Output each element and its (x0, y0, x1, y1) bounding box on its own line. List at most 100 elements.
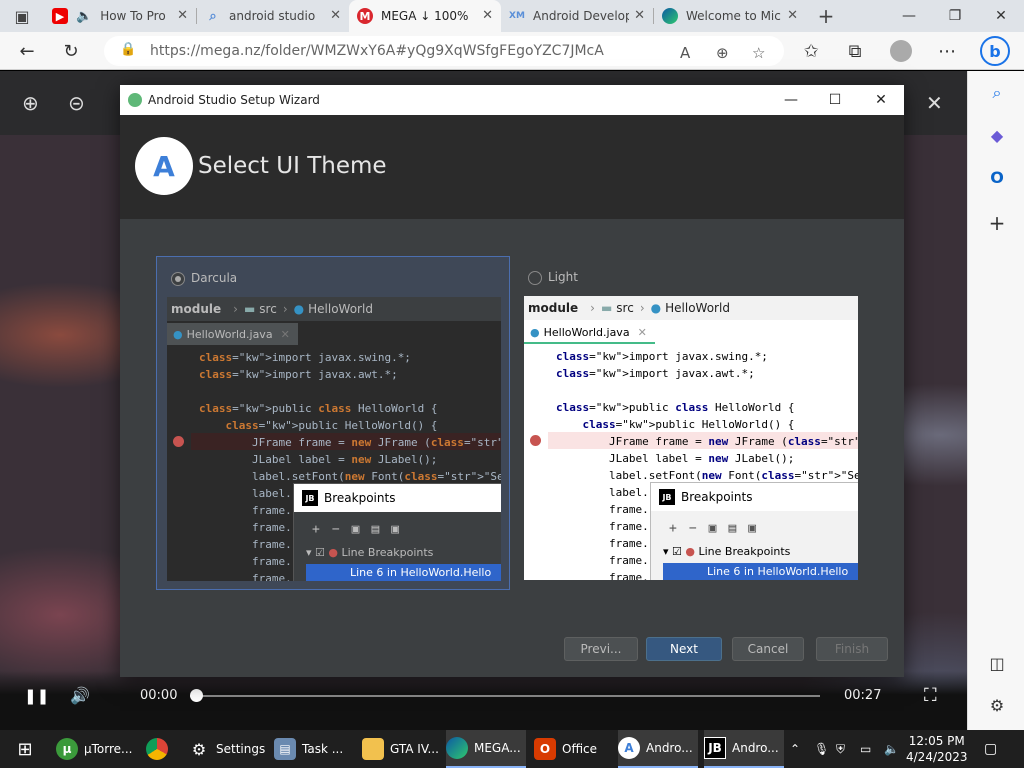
taskbar-utorrent[interactable]: µ µTorre... (56, 730, 144, 768)
tab-youtube[interactable]: ▶ 🔈 How To Pro ✕ (44, 0, 196, 32)
search-icon: ⌕ (209, 8, 217, 24)
add-favorite-icon[interactable]: ☆ (752, 44, 765, 62)
new-tab-button[interactable]: + (806, 0, 846, 32)
breakpoint-icon (173, 436, 184, 447)
speaker-icon[interactable]: 🔈 (76, 9, 92, 24)
code-line: class="kw">public HelloWorld() { (582, 418, 795, 431)
favorites-button[interactable]: ✩ (796, 36, 826, 66)
gear-icon[interactable]: ⚙ (985, 693, 1009, 717)
notification-icon: ▢ (984, 741, 998, 757)
sidebar-panel-icon[interactable]: ◫ (985, 651, 1009, 675)
seek-bar[interactable] (190, 695, 820, 697)
finish-button[interactable]: Finish (816, 637, 888, 661)
taskbar-settings[interactable]: ⚙ Settings (188, 730, 268, 768)
code-line: class="kw">public HelloWorld() { (225, 419, 438, 432)
network-icon[interactable]: ▭ (860, 730, 880, 768)
add-sidebar-app-icon[interactable]: + (985, 211, 1009, 235)
microphone-icon[interactable]: 🎙 (814, 730, 830, 768)
taskbar-file-explorer[interactable]: GTA IV... (362, 730, 444, 768)
search-icon[interactable]: ⌕ (985, 81, 1009, 105)
close-tab-icon[interactable]: ✕ (634, 8, 645, 23)
download-icon[interactable]: ⊕ (22, 91, 39, 115)
copilot-icon[interactable]: ◆ (985, 123, 1009, 147)
minimize-icon: — (784, 92, 798, 108)
wizard-maximize-button[interactable]: ☐ (812, 85, 858, 115)
show-hidden-icons-button[interactable]: ⌃ (790, 730, 810, 768)
cancel-button[interactable]: Cancel (732, 637, 804, 661)
close-tab-icon[interactable]: ✕ (177, 8, 188, 23)
taskbar-android-studio[interactable]: A Andro... (618, 730, 698, 768)
more-button[interactable]: ⋯ (932, 36, 962, 66)
read-aloud-icon[interactable]: A (680, 44, 690, 62)
light-radio[interactable] (528, 271, 542, 285)
theme-option-light[interactable]: Light module › ▬ src › ● HelloWorld ● Hel… (514, 256, 868, 590)
close-viewer-icon[interactable]: ✕ (926, 91, 943, 115)
android-studio-icon (128, 93, 142, 107)
add-user-icon[interactable]: ⊕ (716, 44, 729, 62)
back-button[interactable]: ← (12, 36, 42, 66)
clock-date: 4/24/2023 (906, 750, 968, 764)
breakpoints-popup: JB Breakpoints +−▣▤▣ ▾ ☑ ● Line Breakpoin… (650, 482, 858, 580)
darcula-radio[interactable] (171, 272, 185, 286)
video-controls: ❚❚ 🔊 00:00 00:27 ⛶ (0, 671, 967, 730)
volume-icon[interactable]: 🔊 (70, 686, 90, 705)
refresh-button[interactable]: ↻ (56, 36, 86, 66)
jetbrains-icon: JB (704, 737, 726, 759)
notifications-button[interactable]: ▢ (984, 730, 1004, 768)
bing-button[interactable]: b (980, 36, 1010, 66)
restore-button[interactable]: ❐ (932, 0, 978, 32)
wizard-close-button[interactable]: ✕ (858, 85, 904, 115)
minimize-button[interactable]: — (886, 0, 932, 32)
taskbar-jetbrains[interactable]: JB Andro... (704, 730, 784, 768)
taskbar-chrome[interactable] (146, 730, 174, 768)
wizard-titlebar: Android Studio Setup Wizard — ☐ ✕ (120, 85, 904, 115)
close-tab-icon[interactable]: ✕ (482, 8, 493, 23)
security-icon[interactable]: ⛨ (836, 730, 856, 768)
start-button[interactable]: ⊞ (10, 730, 40, 768)
minimize-icon: — (902, 8, 916, 24)
code-line: JLabel label = new JLabel(); (556, 452, 795, 465)
darcula-label: Darcula (191, 271, 238, 285)
plus-icon: + (817, 4, 835, 28)
tab-android-developers[interactable]: XM Android Develop ✕ (501, 0, 653, 32)
tab-android-studio-search[interactable]: ⌕ android studio ✕ (197, 0, 349, 32)
ellipsis-icon: ⋯ (938, 40, 956, 62)
next-button[interactable]: Next (646, 637, 722, 661)
fullscreen-icon[interactable]: ⛶ (924, 685, 937, 706)
light-label: Light (548, 270, 578, 284)
class-icon: ● (293, 302, 305, 316)
seek-handle[interactable] (190, 689, 203, 702)
lock-icon: 🔒 (120, 42, 137, 57)
code-line: JFrame frame = new JFrame (class="str">"… (556, 435, 858, 448)
volume-icon[interactable]: 🔈 (884, 730, 904, 768)
close-window-button[interactable]: ✕ (978, 0, 1024, 32)
link-icon[interactable]: ⊝ (68, 91, 85, 115)
close-tab-icon: ✕ (637, 325, 647, 339)
outlook-icon[interactable]: O (985, 165, 1009, 189)
taskbar-office[interactable]: O Office (534, 730, 614, 768)
code-line: class="kw">public class HelloWorld { (199, 402, 438, 415)
close-tab-icon[interactable]: ✕ (787, 8, 798, 23)
android-studio-icon: A (618, 737, 640, 759)
tree-item-selected: Line 6 in HelloWorld.Hello (306, 564, 501, 581)
taskbar-edge[interactable]: MEGA... (446, 730, 526, 768)
close-tab-icon[interactable]: ✕ (330, 8, 341, 23)
taskbar: ⊞ µ µTorre... ⚙ Settings ▤ Task ... GTA IV.… (0, 730, 1024, 768)
theme-option-darcula[interactable]: Darcula module › ▬ src › ● HelloWorld ● H… (156, 256, 510, 590)
address-bar[interactable]: 🔒 https://mega.nz/folder/WMZWxY6A#yQg9Xq… (104, 36, 784, 66)
url-text: https://mega.nz/folder/WMZWxY6A#yQg9XqWS… (150, 43, 604, 59)
taskbar-task-manager[interactable]: ▤ Task ... (274, 730, 354, 768)
pause-icon[interactable]: ❚❚ (24, 687, 49, 705)
system-clock[interactable]: 12:05 PM 4/24/2023 (906, 733, 968, 765)
tab-actions-button[interactable]: ▣ (0, 0, 44, 32)
profile-button[interactable] (886, 36, 916, 66)
folder-icon: ▬ (600, 301, 613, 315)
tab-welcome-microsoft[interactable]: Welcome to Mic ✕ (654, 0, 806, 32)
wizard-minimize-button[interactable]: — (768, 85, 814, 115)
popup-header: JB Breakpoints (294, 484, 501, 512)
previous-button[interactable]: Previ... (564, 637, 638, 661)
tab-mega[interactable]: M MEGA ↓ 100% ✕ (349, 0, 501, 32)
collections-button[interactable]: ⧉ (840, 36, 870, 66)
